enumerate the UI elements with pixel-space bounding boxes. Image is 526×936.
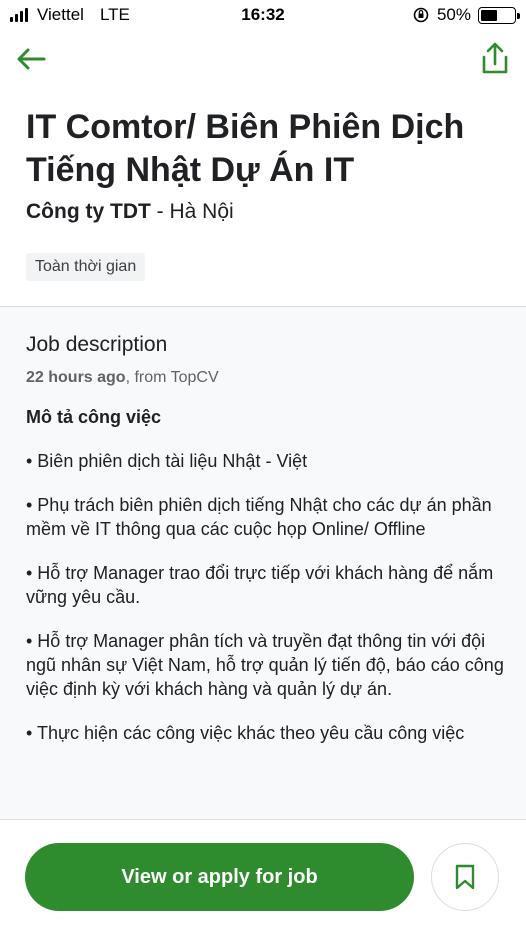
- action-bar-divider: [0, 819, 526, 820]
- battery-icon: [478, 6, 520, 24]
- back-button[interactable]: [14, 44, 48, 74]
- description-bullet: • Hỗ trợ Manager trao đổi trực tiếp với …: [26, 563, 494, 607]
- description-bullet: • Biên phiên dịch tài liệu Nhật - Việt: [26, 451, 308, 471]
- company-name: Công ty TDT: [26, 200, 151, 223]
- status-right: 50%: [412, 5, 520, 25]
- job-title: IT Comtor/ Biên Phiên Dịch Tiếng Nhật Dự…: [26, 108, 465, 189]
- view-or-apply-button[interactable]: View or apply for job: [25, 843, 414, 911]
- share-icon: [482, 42, 508, 74]
- battery-level-fill: [481, 9, 497, 21]
- company-line: Công ty TDT - Hà Nội: [26, 200, 234, 224]
- job-location: Hà Nội: [169, 200, 234, 223]
- description-bullet: • Phụ trách biên phiên dịch tiếng Nhật c…: [26, 495, 492, 539]
- arrow-left-icon: [17, 48, 46, 70]
- status-bar: Viettel LTE 16:32 50%: [0, 0, 526, 30]
- battery-percent: 50%: [436, 5, 471, 24]
- company-separator: -: [150, 200, 170, 223]
- bookmark-icon: [455, 864, 475, 890]
- employment-type-tag: Toàn thời gian: [26, 253, 146, 281]
- posting-source: , from TopCV: [125, 369, 219, 386]
- orientation-lock-icon: [413, 7, 429, 23]
- share-button[interactable]: [480, 40, 510, 76]
- posted-time: 22 hours ago: [26, 369, 126, 386]
- description-subheading: Mô tả công việc: [26, 407, 162, 427]
- description-heading: Job description: [26, 333, 168, 356]
- bookmark-button[interactable]: [431, 843, 499, 911]
- description-bullet: • Thực hiện các công việc khác theo yêu …: [26, 723, 465, 743]
- description-meta: 22 hours ago, from TopCV: [26, 369, 219, 387]
- job-description-panel[interactable]: Job description 22 hours ago, from TopCV…: [0, 307, 526, 819]
- description-bullet: • Hỗ trợ Manager phân tích và truyền đạt…: [26, 631, 504, 699]
- description-body: Mô tả công việc • Biên phiên dịch tài li…: [26, 405, 506, 765]
